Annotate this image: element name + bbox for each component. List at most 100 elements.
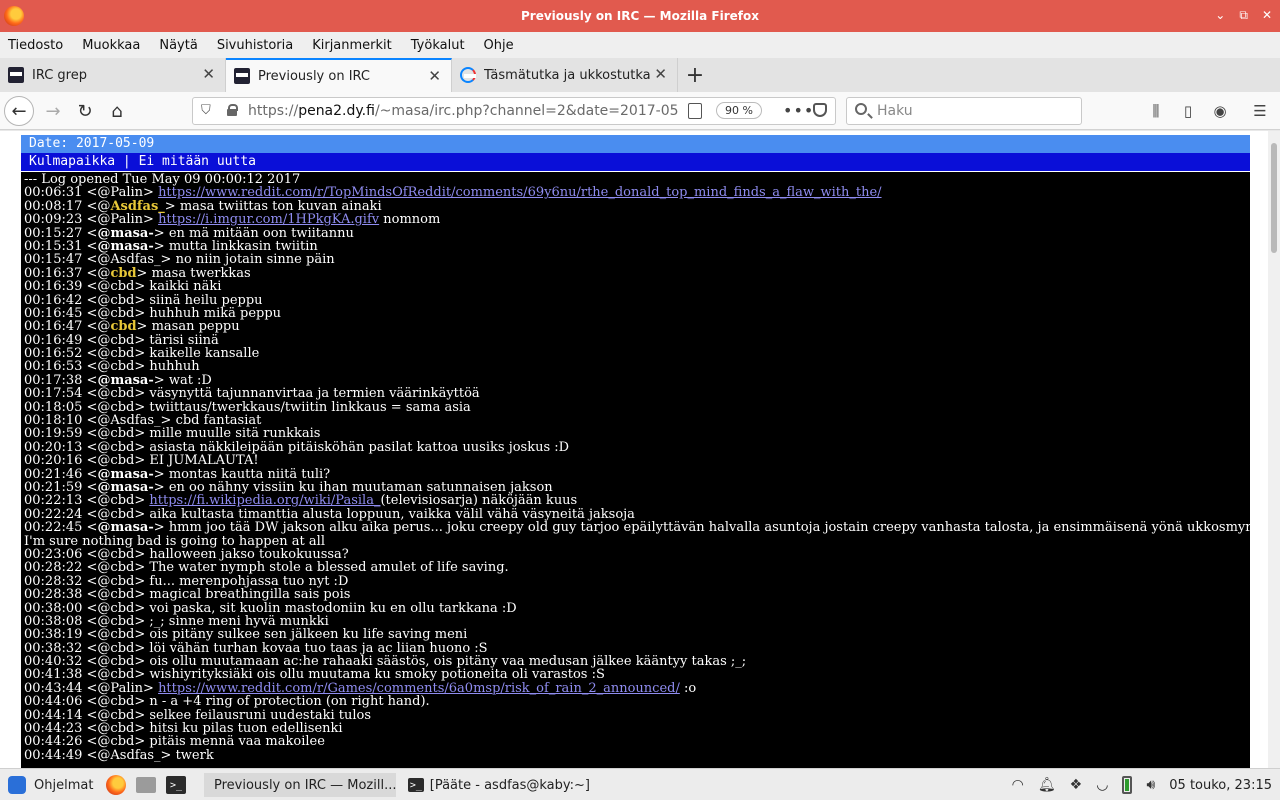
sidebar-icon[interactable]: ▯ [1178, 101, 1198, 121]
hamburger-menu-icon[interactable]: ☰ [1250, 101, 1270, 121]
log-message: löi vähän turhan kovaa tuo taas ja ac li… [149, 641, 488, 656]
menu-tools[interactable]: Työkalut [411, 38, 465, 53]
firefox-logo-icon [4, 6, 24, 26]
log-nick: <@masa-> [86, 467, 165, 481]
menu-file[interactable]: Tiedosto [8, 38, 63, 53]
log-timestamp: 00:16:42 [24, 293, 83, 307]
log-nick: <@masa-> [86, 373, 165, 388]
irc-log: --- Log opened Tue May 09 00:00:12 2017 0… [21, 172, 1250, 768]
launcher-terminal[interactable]: >_ [166, 773, 186, 797]
log-line: 00:21:46 <@masa-> montas kautta niitä tu… [24, 468, 1250, 481]
dropbox-icon[interactable]: ❖ [1070, 777, 1083, 793]
account-icon[interactable]: ◉ [1210, 101, 1230, 121]
menu-help[interactable]: Ohje [484, 38, 514, 53]
clock[interactable]: 05 touko, 23:15 [1169, 778, 1272, 793]
log-line: 00:23:06 <@cbd> halloween jakso toukokuu… [24, 548, 1250, 561]
url-text[interactable]: https://pena2.dy.fi/~masa/irc.php?channe… [248, 103, 678, 119]
log-nick: <@cbd> [86, 320, 148, 334]
menu-view[interactable]: Näytä [159, 38, 197, 53]
log-line: I'm sure nothing bad is going to happen … [24, 535, 1250, 548]
log-message: en oo nähny vissiin ku ihan muutaman sat… [168, 480, 553, 495]
log-message: mutta linkkasin twiitin [168, 239, 318, 254]
log-line: 00:08:17 <@Asdfas_> masa twiittas ton ku… [24, 200, 1250, 213]
firefox-icon [106, 775, 126, 795]
log-timestamp: 00:16:39 [24, 280, 83, 294]
log-line: 00:44:23 <@cbd> hitsi ku pilas tuon edel… [24, 722, 1250, 735]
vertical-scrollbar[interactable] [1268, 131, 1280, 768]
log-message: tärisi siinä [149, 333, 219, 348]
log-message: kaikelle kansalle [149, 347, 260, 361]
tab-label: Previously on IRC [258, 68, 370, 84]
search-input[interactable]: Haku [846, 97, 1082, 125]
log-timestamp: 00:15:31 [24, 239, 83, 254]
menu-edit[interactable]: Muokkaa [82, 38, 140, 53]
network-wifi-icon[interactable]: ◠ [1012, 777, 1024, 793]
site-favicon-icon [8, 67, 24, 83]
menu-history[interactable]: Sivuhistoria [217, 38, 293, 53]
launcher-firefox[interactable] [106, 773, 126, 797]
log-line: 00:18:05 <@cbd> twiittaus/twerkkaus/twii… [24, 401, 1250, 414]
home-button[interactable]: ⌂ [102, 96, 132, 126]
log-nick: <@cbd> [86, 347, 146, 361]
volume-icon[interactable]: 🔊︎ [1146, 777, 1155, 793]
arrow-left-icon: ← [11, 100, 27, 122]
log-timestamp: 00:44:23 [24, 722, 83, 736]
minimize-icon[interactable]: ⌄ [1215, 8, 1225, 23]
log-message: fu... merenpohjassa tuo nyt :D [149, 574, 349, 589]
log-message: halloween jakso toukokuussa? [149, 547, 349, 562]
log-timestamp: 00:44:14 [24, 708, 83, 723]
tab-irc-grep[interactable]: IRC grep ✕ [0, 58, 226, 92]
tab-tasmatutka[interactable]: Täsmätutka ja ukkostutka ✕ [452, 58, 678, 92]
log-timestamp: 00:16:45 [24, 306, 83, 321]
log-line: 00:15:27 <@masa-> en mä mitään oon twiit… [24, 227, 1250, 240]
pocket-icon[interactable] [813, 103, 827, 117]
log-line: 00:09:23 <@Palin> https://i.imgur.com/1H… [24, 213, 1250, 226]
log-link[interactable]: https://i.imgur.com/1HPkgKA.gifv [158, 213, 379, 226]
lock-icon[interactable] [227, 104, 238, 116]
log-link[interactable]: https://www.reddit.com/r/TopMindsOfReddi… [158, 186, 881, 199]
log-message: magical breathingilla sais pois [149, 588, 351, 602]
close-window-icon[interactable]: ✕ [1262, 8, 1272, 23]
restore-icon[interactable]: ⧉ [1239, 8, 1248, 23]
log-link[interactable]: https://fi.wikipedia.org/wiki/Pasila_ [149, 494, 380, 507]
log-line: 00:38:32 <@cbd> löi vähän turhan kovaa t… [24, 642, 1250, 655]
tab-label: Täsmätutka ja ukkostutka [484, 67, 651, 83]
tracking-shield-icon[interactable]: ⛉ [201, 103, 211, 118]
log-line: 00:16:52 <@cbd> kaikelle kansalle [24, 347, 1250, 360]
back-button[interactable]: ← [4, 96, 34, 126]
date-header: Date: 2017-05-09 [21, 135, 1250, 153]
log-message: (televisiosarja) näköjään kuus [380, 494, 578, 508]
tab-previously-on-irc[interactable]: Previously on IRC ✕ [226, 58, 452, 92]
close-tab-icon[interactable]: ✕ [428, 67, 441, 85]
zoom-level-button[interactable]: 90 % [716, 102, 762, 119]
close-tab-icon[interactable]: ✕ [654, 65, 667, 83]
log-link[interactable]: https://www.reddit.com/r/Games/comments/… [158, 682, 680, 695]
taskbar-window-firefox[interactable]: Previously on IRC — Mozill... [204, 773, 397, 797]
applications-menu-button[interactable]: Ohjelmat [8, 773, 93, 797]
loading-spinner-icon [460, 67, 476, 83]
wifi-icon[interactable]: ◡ [1096, 777, 1108, 793]
log-line: 00:19:59 <@cbd> mille muulle sitä runkka… [24, 427, 1250, 440]
reader-view-icon[interactable] [688, 103, 702, 119]
log-nick: <@cbd> [86, 708, 146, 723]
library-icon[interactable]: ⫼ [1146, 101, 1166, 121]
url-bar[interactable]: ⛉ https://pena2.dy.fi/~masa/irc.php?chan… [192, 97, 836, 125]
forward-button[interactable]: → [38, 96, 68, 126]
scrollbar-thumb[interactable] [1271, 143, 1277, 253]
taskbar-window-terminal[interactable]: >_ [Pääte - asdfas@kaby:~] [404, 773, 594, 797]
launcher-file-manager[interactable] [136, 773, 156, 797]
close-tab-icon[interactable]: ✕ [202, 65, 215, 83]
menu-bookmarks[interactable]: Kirjanmerkit [312, 38, 392, 53]
log-timestamp: 00:20:16 [24, 454, 83, 468]
reload-button[interactable]: ↻ [70, 96, 100, 126]
log-nick: <@masa-> [86, 521, 165, 535]
notifications-bell-icon[interactable]: 🔔︎ [1038, 777, 1056, 793]
page-actions-icon[interactable]: ••• [783, 101, 814, 120]
log-timestamp: 00:44:49 [24, 748, 83, 763]
log-timestamp: 00:15:27 [24, 226, 83, 240]
log-nick: <@cbd> [86, 400, 146, 415]
new-tab-button[interactable]: + [678, 58, 712, 92]
battery-icon[interactable] [1122, 776, 1133, 794]
log-nick: <@cbd> [86, 588, 146, 602]
log-line: 00:22:45 <@masa-> hmm joo tää DW jakson … [24, 521, 1250, 534]
